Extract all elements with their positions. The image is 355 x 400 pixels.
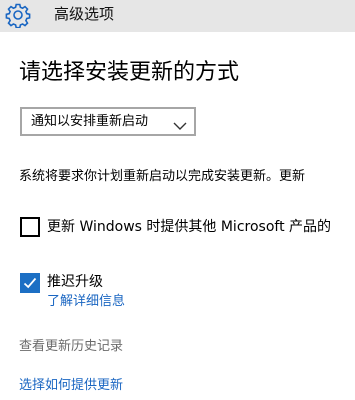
checkmark-icon (23, 277, 37, 289)
title-bar: 高级选项 (0, 0, 355, 32)
install-mode-dropdown[interactable]: 通知以安排重新启动 (20, 107, 196, 136)
other-products-label[interactable]: 更新 Windows 时提供其他 Microsoft 产品的 (47, 217, 355, 237)
chevron-down-icon (173, 116, 187, 130)
window-title: 高级选项 (54, 5, 115, 23)
defer-upgrades-checkbox[interactable] (20, 273, 40, 293)
choose-delivery-link[interactable]: 选择如何提供更新 (19, 377, 123, 395)
restart-description: 系统将要求你计划重新启动以完成安装更新。更新 (19, 169, 306, 184)
learn-more-link[interactable]: 了解详细信息 (47, 293, 125, 311)
install-mode-selected: 通知以安排重新启动 (31, 114, 149, 129)
update-history-link[interactable]: 查看更新历史记录 (19, 338, 123, 356)
other-products-checkbox[interactable] (20, 217, 40, 237)
gear-icon (5, 2, 31, 29)
page-title: 请选择安装更新的方式 (19, 60, 240, 85)
defer-upgrades-label[interactable]: 推迟升级 (47, 272, 103, 292)
